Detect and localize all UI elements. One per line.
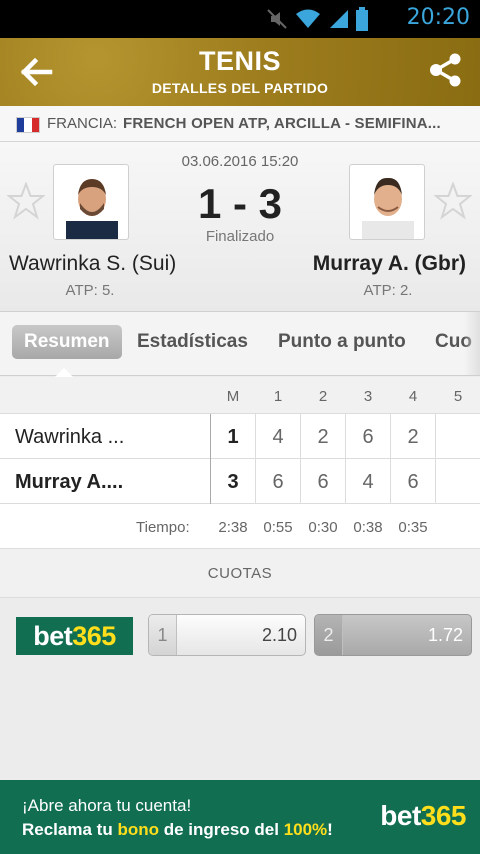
row-set-1: 6	[272, 471, 284, 493]
promo-logo-part2: 365	[420, 800, 467, 831]
row-player-name: Wawrinka ...	[15, 426, 125, 448]
header-set-4: 4	[408, 388, 418, 405]
bet365-logo-part1: bet	[33, 621, 73, 651]
odds-button-home[interactable]: 1 2.10	[148, 614, 306, 656]
header-m: M	[226, 388, 240, 405]
promo-text-bono: bono	[117, 820, 159, 839]
page-subtitle: DETALLES DEL PARTIDO	[151, 80, 329, 96]
header-set-5: 5	[453, 388, 463, 405]
promo-line-2: Reclama tu bono de ingreso del 100%!	[22, 820, 333, 840]
breadcrumb-country: FRANCIA:	[47, 115, 118, 132]
france-flag-icon	[16, 117, 40, 133]
app-header: TENIS DETALLES DEL PARTIDO	[0, 38, 480, 106]
breadcrumb[interactable]: FRANCIA: FRENCH OPEN ATP, ARCILLA - SEMI…	[0, 106, 480, 142]
column-divider	[210, 414, 211, 504]
odds-label: 1	[149, 615, 177, 655]
tab-scroll-fade	[464, 312, 480, 375]
column-divider	[255, 414, 256, 504]
row-sets-won: 1	[227, 426, 239, 448]
time-set-2: 0:30	[308, 519, 338, 536]
promo-logo-part1: bet	[380, 800, 421, 831]
tab-estadisticas[interactable]: Estadísticas	[137, 331, 248, 353]
row-player-name: Murray A....	[15, 471, 124, 493]
time-set-4: 0:35	[398, 519, 428, 536]
header-set-3: 3	[363, 388, 373, 405]
column-divider	[390, 414, 391, 504]
row-sets-won: 3	[227, 471, 239, 493]
row-set-1: 4	[272, 426, 284, 448]
promo-text-e: !	[327, 820, 333, 839]
battery-icon	[356, 7, 368, 31]
column-divider	[435, 414, 436, 504]
odds-row: bet365 1 2.10 2 1.72	[0, 598, 480, 670]
wifi-icon	[296, 9, 320, 28]
time-set-3: 0:38	[353, 519, 383, 536]
column-divider	[300, 414, 301, 504]
time-set-1: 0:55	[263, 519, 293, 536]
promo-bet365-logo: bet365	[380, 800, 466, 832]
odds-label: 2	[315, 615, 343, 655]
column-divider	[345, 414, 346, 504]
away-player-rank: ATP: 2.	[363, 282, 413, 299]
match-datetime: 03.06.2016 15:20	[181, 153, 299, 170]
odds-section-title: CUOTAS	[0, 548, 480, 598]
row-set-3: 4	[362, 471, 374, 493]
row-set-2: 6	[317, 471, 329, 493]
share-icon[interactable]	[428, 53, 462, 87]
match-status: Finalizado	[205, 228, 275, 245]
promo-text-percent: 100%	[283, 820, 328, 839]
header-set-2: 2	[318, 388, 328, 405]
row-set-4: 6	[407, 471, 419, 493]
match-times-row: Tiempo: 2:38 0:55 0:30 0:38 0:35	[0, 505, 480, 548]
breadcrumb-competition: FRENCH OPEN ATP, ARCILLA - SEMIFINA...	[123, 115, 441, 132]
odds-value: 2.10	[261, 625, 297, 645]
row-set-2: 2	[317, 426, 329, 448]
tab-punto-a-punto[interactable]: Punto a punto	[278, 331, 406, 353]
mute-icon	[267, 9, 287, 29]
table-row: Wawrinka ... 1 4 2 6 2	[0, 414, 480, 459]
row-set-4: 2	[407, 426, 419, 448]
promo-text-c: de ingreso del	[158, 820, 284, 839]
table-row: Murray A.... 3 6 6 4 6	[0, 459, 480, 504]
bet365-logo[interactable]: bet365	[16, 617, 133, 655]
time-label: Tiempo:	[136, 519, 190, 536]
odds-button-away[interactable]: 2 1.72	[314, 614, 472, 656]
header-set-1: 1	[273, 388, 283, 405]
score-table-header: M 1 2 3 4 5	[0, 377, 480, 414]
promo-line-1: ¡Abre ahora tu cuenta!	[22, 796, 192, 815]
time-total: 2:38	[218, 519, 248, 536]
match-score: 1 - 3	[197, 180, 283, 227]
away-player-name[interactable]: Murray A. (Gbr)	[313, 252, 466, 276]
signal-icon	[330, 10, 348, 28]
status-bar: 20:20	[0, 0, 480, 38]
promo-banner[interactable]: ¡Abre ahora tu cuenta! Reclama tu bono d…	[0, 780, 480, 854]
match-summary: 03.06.2016 15:20 1 - 3 Finalizado Wawrin…	[0, 142, 480, 312]
home-player-rank: ATP: 5.	[65, 282, 115, 299]
active-tab-pointer	[55, 368, 73, 377]
row-set-3: 6	[362, 426, 374, 448]
clock: 20:20	[406, 5, 470, 30]
tab-bar: Resumen Estadísticas Punto a punto Cuo	[0, 312, 480, 376]
bet365-logo-part2: 365	[72, 621, 116, 651]
odds-value: 1.72	[427, 625, 463, 645]
promo-text-a: Reclama tu	[22, 820, 118, 839]
tab-resumen[interactable]: Resumen	[12, 325, 122, 359]
score-table: M 1 2 3 4 5 Wawrinka ... 1 4 2 6 2 Murra…	[0, 377, 480, 548]
home-player-name[interactable]: Wawrinka S. (Sui)	[9, 252, 176, 276]
page-title: TENIS	[198, 46, 281, 76]
